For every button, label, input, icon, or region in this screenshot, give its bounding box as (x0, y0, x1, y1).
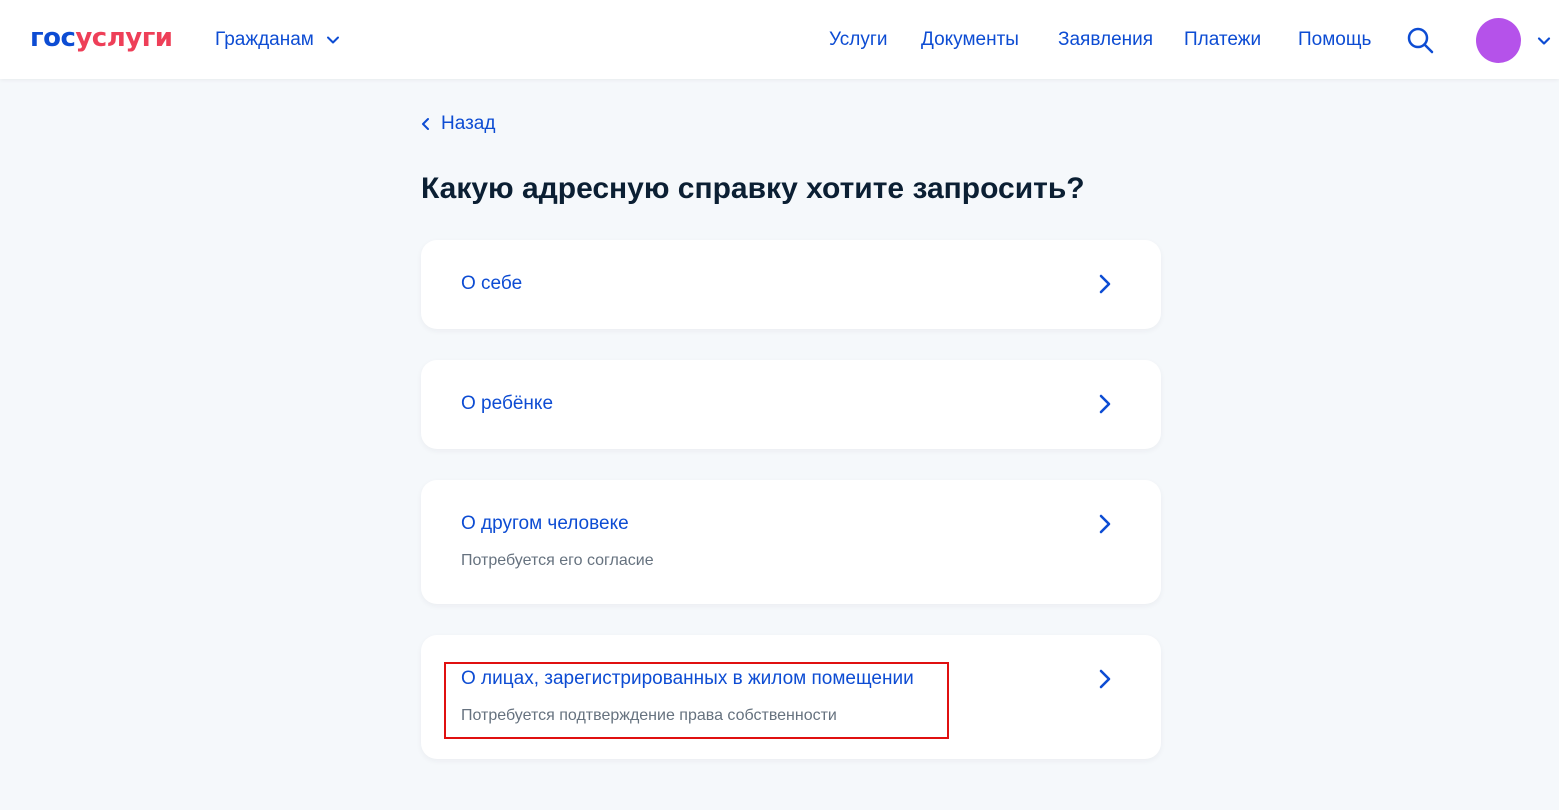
option-title: О себе (461, 273, 523, 294)
option-title: О другом человеке (461, 513, 629, 534)
option-title: О лицах, зарегистрированных в жилом поме… (461, 668, 914, 689)
back-link[interactable]: Назад (420, 112, 495, 136)
option-subtitle: Потребуется подтверждение права собствен… (461, 707, 837, 724)
logo-text-part1: гос (30, 23, 76, 53)
gosuslugi-logo[interactable]: госуслуги (30, 22, 173, 54)
option-subtitle: Потребуется его согласие (461, 552, 654, 569)
chevron-right-icon (1099, 669, 1111, 689)
chevron-left-icon (422, 118, 429, 130)
option-title: О ребёнке (461, 393, 554, 414)
option-card-self[interactable]: О себе (421, 240, 1161, 329)
option-card-registered-persons[interactable]: О лицах, зарегистрированных в жилом поме… (421, 635, 1161, 759)
audience-label: Гражданам (215, 29, 314, 50)
nav-link-help[interactable]: Помощь (1298, 28, 1371, 52)
option-card-child[interactable]: О ребёнке (421, 360, 1161, 449)
audience-selector[interactable]: Гражданам (215, 28, 340, 52)
nav-link-services[interactable]: Услуги (829, 28, 887, 52)
top-header: госуслуги Гражданам Услуги Документы Зая… (0, 0, 1559, 79)
profile-chevron-down-icon[interactable] (1536, 33, 1552, 49)
nav-link-applications[interactable]: Заявления (1058, 28, 1153, 52)
back-label: Назад (441, 113, 496, 134)
chevron-down-icon (326, 36, 339, 44)
logo-text-part2: услуги (75, 23, 173, 53)
chevron-right-icon (1099, 274, 1111, 294)
chevron-right-icon (1099, 514, 1111, 534)
option-card-other-person[interactable]: О другом человеке Потребуется его соглас… (421, 480, 1161, 604)
user-avatar[interactable] (1476, 18, 1521, 63)
search-icon[interactable] (1405, 25, 1435, 55)
chevron-right-icon (1099, 394, 1111, 414)
nav-link-payments[interactable]: Платежи (1184, 28, 1261, 52)
nav-link-documents[interactable]: Документы (921, 28, 1019, 52)
page-title: Какую адресную справку хотите запросить? (421, 172, 1085, 205)
